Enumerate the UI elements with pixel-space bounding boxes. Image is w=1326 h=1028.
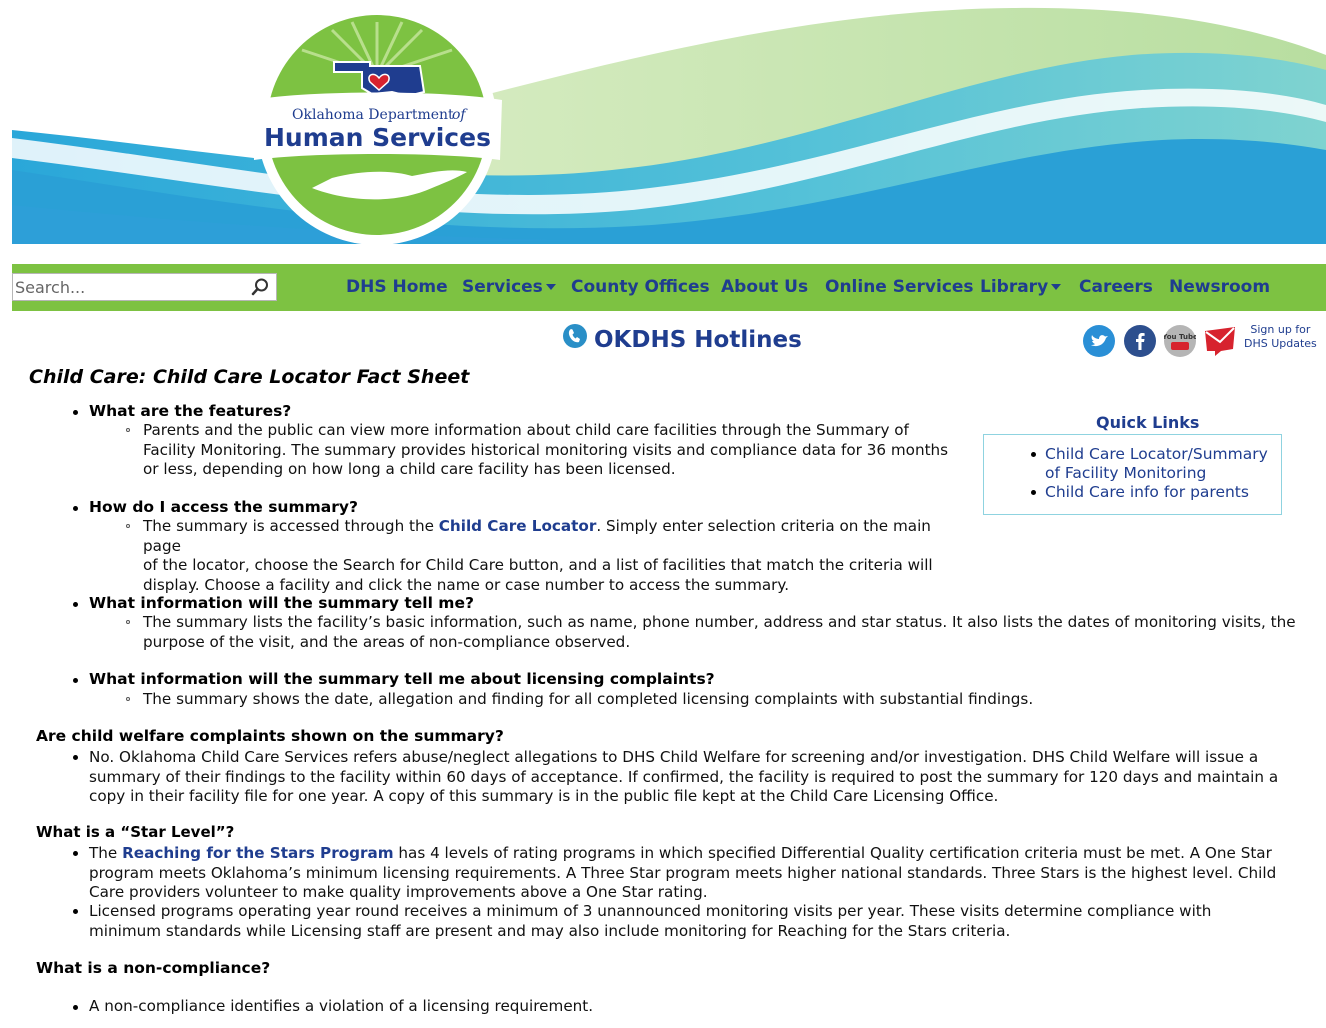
facebook-icon[interactable] [1124,325,1156,357]
answer-summary-info-line: purpose of the visit, and the areas of n… [143,632,631,651]
answer-features: Parents and the public can view more inf… [143,421,973,480]
nav-careers[interactable]: Careers [1079,277,1153,297]
bullet-icon [1031,490,1036,495]
quick-links-title: Quick Links [1096,413,1200,432]
question-summary-info: What information will the summary tell m… [89,594,474,612]
answer-child-welfare-line: copy in their facility file for one year… [89,787,999,805]
chevron-down-icon [1051,284,1062,290]
search-icon[interactable] [250,277,270,297]
answer-child-welfare-line: summary of their findings to the facilit… [89,767,1279,786]
heading-child-welfare: Are child welfare complaints shown on th… [36,727,504,745]
question-complaints: What information will the summary tell m… [89,670,715,688]
answer-star-level-line: program meets Oklahoma’s minimum licensi… [89,863,1277,882]
youtube-icon[interactable]: You Tube [1161,325,1198,357]
answer-access-text: The summary is accessed through the [143,517,439,535]
chevron-down-icon [545,284,556,290]
answer-child-welfare-line: No. Oklahoma Child Care Services refers … [89,748,1259,766]
bullet-icon [73,755,78,760]
answer-non-compliance: A non-compliance identifies a violation … [89,997,594,1015]
answer-star-level-text: has 4 levels of rating programs in which… [393,844,1272,862]
answer-access-line: of the locator, choose the Search for Ch… [143,556,933,574]
nav-services-label: Services [462,277,543,297]
answer-summary-info: The summary lists the facility’s basic i… [143,613,1318,652]
answer-features-line: Facility Monitoring. The summary provide… [143,440,949,459]
answer-star-level-text: The [89,844,123,862]
bullet-icon [73,678,78,683]
answer-summary-info-line: The summary lists the facility’s basic i… [143,613,1296,631]
signup-line1: Sign up for [1250,323,1311,336]
answer-child-welfare: No. Oklahoma Child Care Services refers … [89,748,1319,807]
logo-line2: Human Services [264,123,491,152]
answer-features-line: or less, depending on how long a child c… [143,460,676,478]
nav-online-services[interactable]: Online Services [825,277,974,297]
nav-library-label: Library [980,277,1049,297]
reaching-for-stars-link[interactable]: Reaching for the Stars Program [122,844,393,862]
sub-bullet-icon [126,620,130,624]
signup-link[interactable]: Sign up for DHS Updates [1244,323,1317,351]
answer-features-line: Parents and the public can view more inf… [143,421,909,439]
sub-bullet-icon [126,524,130,528]
hotline-label: OKDHS Hotlines [594,327,802,353]
logo-line1: Oklahoma Department [292,107,454,123]
bullet-icon [1031,452,1036,457]
quick-link-locator-line2: of Facility Monitoring [1045,464,1207,482]
answer-complaints: The summary shows the date, allegation a… [143,690,1034,708]
answer-monitoring-visits-line: Licensed programs operating year round r… [89,902,1212,920]
heading-non-compliance: What is a non-compliance? [36,959,271,977]
twitter-icon[interactable] [1083,325,1115,357]
heading-star-level: What is a “Star Level”? [36,823,235,841]
quick-link-locator[interactable]: Child Care Locator/Summary of Facility M… [1045,445,1268,483]
child-care-locator-link[interactable]: Child Care Locator [439,517,597,535]
header-banner: Oklahoma Department of Human Services [12,0,1326,244]
answer-access-line: display. Choose a facility and click the… [143,575,790,594]
nav-newsroom[interactable]: Newsroom [1169,277,1270,297]
bullet-icon [73,506,78,511]
nav-library[interactable]: Library [980,277,1062,297]
search-box[interactable]: Search... [12,273,277,301]
answer-star-level-line: Care providers volunteer to make quality… [89,883,708,901]
answer-monitoring-visits-line: minimum standards while Licensing staff … [89,921,1011,940]
page-title: Child Care: Child Care Locator Fact Shee… [29,366,470,388]
email-icon[interactable] [1203,323,1237,356]
bullet-icon [73,851,78,856]
main-nav: Search... DHS Home Services County Offic… [12,264,1326,311]
bullet-icon [73,410,78,415]
phone-icon [563,324,587,348]
sub-bullet-icon [126,428,130,432]
bullet-icon [73,602,78,607]
signup-line2: DHS Updates [1244,337,1317,350]
nav-dhs-home[interactable]: DHS Home [346,277,448,297]
search-input[interactable]: Search... [15,278,85,297]
sub-bullet-icon [126,697,130,701]
nav-about-us[interactable]: About Us [721,277,808,297]
question-access: How do I access the summary? [89,498,358,516]
answer-monitoring-visits: Licensed programs operating year round r… [89,902,1319,941]
banner-waves: Oklahoma Department of Human Services [12,5,1326,244]
question-features: What are the features? [89,402,292,420]
answer-star-level: The Reaching for the Stars Program has 4… [89,844,1319,903]
quick-link-locator-line1: Child Care Locator/Summary [1045,445,1268,463]
youtube-text: You Tube [1164,333,1196,341]
bullet-icon [73,909,78,914]
bullet-icon [73,1005,78,1010]
nav-services[interactable]: Services [462,277,556,297]
answer-access: The summary is accessed through the Chil… [143,517,973,595]
quick-link-parents[interactable]: Child Care info for parents [1045,483,1249,502]
nav-county-offices[interactable]: County Offices [571,277,710,297]
